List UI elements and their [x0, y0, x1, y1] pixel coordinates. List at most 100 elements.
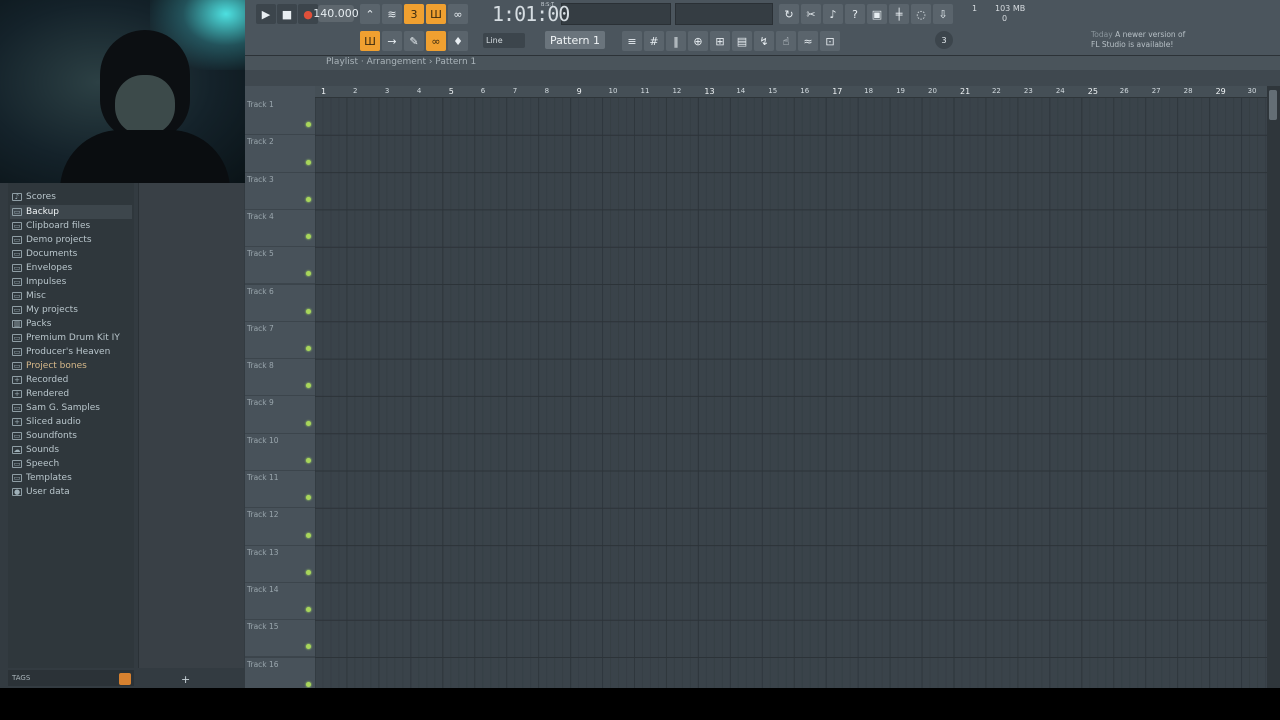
song-position-display[interactable]: 1:01:00 [492, 2, 570, 26]
track-mute-led[interactable] [306, 420, 311, 426]
news-count-badge[interactable]: 3 [935, 31, 953, 49]
browser-item-label: Rendered [26, 389, 70, 399]
arrangement-grid[interactable] [315, 98, 1267, 688]
countdown-button[interactable]: 3 [404, 4, 424, 24]
channel-rack-icon[interactable]: # [644, 31, 664, 51]
browser-item[interactable]: + Sliced audio [12, 415, 81, 429]
browser-item[interactable]: ▭ Misc [12, 289, 46, 303]
track-mute-led[interactable] [306, 569, 311, 575]
cart-icon[interactable]: ⊡ [820, 31, 840, 51]
pattern-selector[interactable]: Pattern 1 [545, 31, 605, 49]
step-edit-button[interactable]: Ш [426, 4, 446, 24]
track-header[interactable]: Track 8 [245, 359, 315, 397]
track-header[interactable]: Track 2 [245, 135, 315, 173]
browser-item[interactable]: + Recorded [12, 373, 68, 387]
track-header[interactable]: Track 15 [245, 620, 315, 658]
browser-item[interactable]: ▭ Soundfonts [12, 429, 77, 443]
browser-item[interactable]: ▭ Speech [12, 457, 59, 471]
stop-button[interactable]: ■ [277, 4, 297, 24]
browser-item[interactable]: ▭ Backup [10, 205, 132, 219]
wave-icon[interactable]: ≈ [798, 31, 818, 51]
plugin-icon[interactable]: ⊕ [688, 31, 708, 51]
browser-item[interactable]: ▭ Impulses [12, 275, 66, 289]
track-header[interactable]: Track 6 [245, 284, 315, 322]
news-panel[interactable]: Today A newer version of FL Studio is av… [1091, 30, 1185, 50]
snap-select[interactable]: Line [483, 33, 525, 48]
undo-icon[interactable]: ↻ [779, 4, 799, 24]
track-header[interactable]: Track 10 [245, 433, 315, 471]
mixer-view-icon[interactable]: ‖ [666, 31, 686, 51]
track-mute-led[interactable] [306, 159, 311, 165]
browser-item[interactable]: + Rendered [12, 387, 69, 401]
save-icon[interactable]: ▣ [867, 4, 887, 24]
clipboard-icon[interactable]: ▤ [732, 31, 752, 51]
browser-item[interactable]: ▭ Clipboard files [12, 219, 90, 233]
arrow-tool-icon[interactable]: → [382, 31, 402, 51]
chat-icon[interactable]: ◌ [911, 4, 931, 24]
playlist-view-button[interactable]: Ш [360, 31, 380, 51]
mic-icon[interactable]: ♪ [823, 4, 843, 24]
vertical-scrollbar[interactable] [1267, 86, 1280, 688]
mixer-icon[interactable]: ╪ [889, 4, 909, 24]
track-header[interactable]: Track 3 [245, 172, 315, 210]
touch-icon[interactable]: ☝ [776, 31, 796, 51]
browser-item[interactable]: ▭ Project bones [12, 359, 87, 373]
browser-item[interactable]: ▭ Documents [12, 247, 77, 261]
download-icon[interactable]: ⇩ [933, 4, 953, 24]
browser-item[interactable]: ▭ Producer's Heaven [12, 345, 110, 359]
browser-item[interactable]: ▭ Sam G. Samples [12, 401, 100, 415]
browser-icon[interactable]: ⊞ [710, 31, 730, 51]
browser-item[interactable]: ▭ My projects [12, 303, 78, 317]
cut-icon[interactable]: ✂ [801, 4, 821, 24]
track-mute-led[interactable] [306, 681, 311, 687]
track-name: Track 8 [247, 361, 274, 371]
tempo-display[interactable]: 140.000 [313, 5, 359, 22]
track-mute-led[interactable] [306, 383, 311, 389]
track-header[interactable]: Track 13 [245, 545, 315, 583]
track-header[interactable]: Track 1 [245, 98, 315, 136]
track-header[interactable]: Track 14 [245, 582, 315, 621]
piano-roll-icon[interactable]: ≡ [622, 31, 642, 51]
track-mute-led[interactable] [306, 457, 311, 463]
track-header[interactable]: Track 5 [245, 247, 315, 285]
tags-bar[interactable]: TAGS [8, 670, 134, 686]
track-name: Track 10 [247, 435, 279, 445]
stamp-tool-icon[interactable]: ♦ [448, 31, 468, 51]
help-icon[interactable]: ? [845, 4, 865, 24]
metronome-button[interactable]: ⌃ [360, 4, 380, 24]
track-mute-led[interactable] [306, 532, 311, 538]
track-header[interactable]: Track 12 [245, 508, 315, 546]
link-tool-icon[interactable]: ∞ [426, 31, 446, 51]
paint-tool-icon[interactable]: ✎ [404, 31, 424, 51]
browser-item[interactable]: ▭ Demo projects [12, 233, 92, 247]
track-header[interactable]: Track 9 [245, 396, 315, 434]
plug-icon[interactable]: ↯ [754, 31, 774, 51]
add-icon[interactable]: + [181, 673, 190, 686]
scrollbar-thumb[interactable] [1269, 90, 1277, 120]
track-mute-led[interactable] [306, 495, 311, 501]
wait-record-button[interactable]: ≋ [382, 4, 402, 24]
play-button[interactable]: ▶ [256, 4, 276, 24]
track-mute-led[interactable] [306, 607, 311, 613]
track-header[interactable]: Track 7 [245, 321, 315, 360]
browser-item[interactable]: ● User data [12, 485, 70, 499]
track-mute-led[interactable] [306, 271, 311, 277]
track-mute-led[interactable] [306, 308, 311, 314]
timeline-ruler[interactable]: 1 2 3 4 5 6 7 8 9 10 11 12 13 14 15 16 17 18 19 20 21 22 23 24 2… [315, 86, 1267, 98]
track-mute-led[interactable] [306, 644, 311, 650]
track-mute-led[interactable] [306, 122, 311, 128]
track-name: Track 11 [247, 473, 279, 482]
loop-record-button[interactable]: ∞ [448, 4, 468, 24]
track-header[interactable]: Track 11 [245, 471, 315, 509]
browser-item[interactable]: ▥ Packs [12, 317, 51, 331]
browser-item[interactable]: ♪ Scores [12, 190, 56, 204]
browser-item[interactable]: ▭ Templates [12, 471, 72, 485]
browser-item[interactable]: ▭ Premium Drum Kit IY [12, 331, 120, 345]
browser-item[interactable]: ☁ Sounds [12, 443, 59, 457]
search-icon[interactable] [119, 673, 131, 685]
track-mute-led[interactable] [306, 346, 311, 352]
browser-item[interactable]: ▭ Envelopes [12, 261, 72, 275]
track-mute-led[interactable] [306, 196, 311, 202]
track-header[interactable]: Track 4 [245, 209, 315, 248]
track-mute-led[interactable] [306, 234, 311, 240]
